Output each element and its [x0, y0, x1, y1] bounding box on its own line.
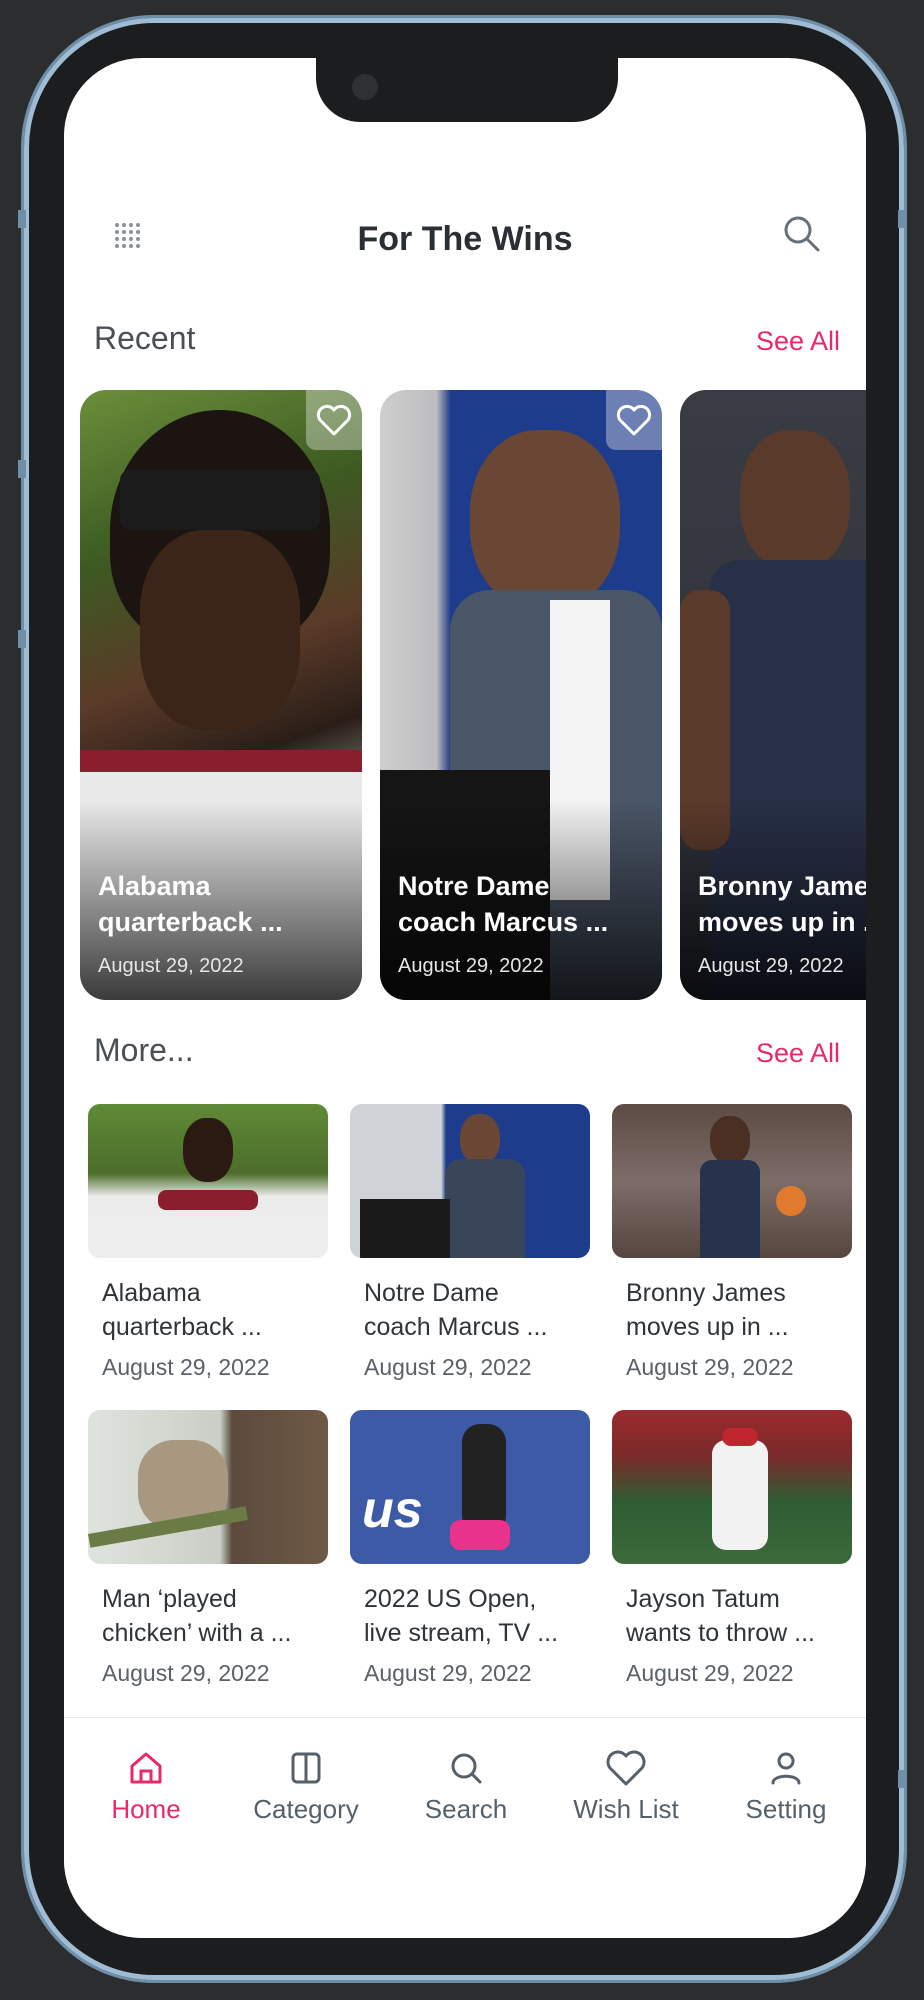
recent-card-date: August 29, 2022 — [98, 955, 244, 977]
recent-card[interactable]: Alabama quarterback ... August 29, 2022 — [80, 390, 362, 1000]
article-title: Alabama quarterback ... — [102, 1279, 262, 1341]
recent-card-title: Alabama quarterback ... — [98, 871, 283, 937]
recent-card-title: Notre Dame coach Marcus ... — [398, 871, 609, 937]
basketball-icon — [776, 1186, 806, 1216]
thumb-player — [712, 1440, 768, 1550]
top-bar: For The Wins — [64, 208, 866, 278]
thumb-jersey — [700, 1160, 760, 1258]
recent-card[interactable]: Notre Dame coach Marcus ... August 29, 2… — [380, 390, 662, 1000]
article-date: August 29, 2022 — [364, 1660, 532, 1686]
recent-card-date: August 29, 2022 — [698, 955, 844, 977]
article-card[interactable]: Alabama quarterback ... August 29, 2022 — [88, 1104, 328, 1381]
thumb-podium — [360, 1199, 450, 1258]
article-thumbnail: us — [350, 1410, 590, 1564]
search-icon — [451, 1753, 482, 1784]
article-date: August 29, 2022 — [364, 1354, 532, 1380]
article-thumbnail — [350, 1104, 590, 1258]
article-title: Bronny James moves up in ... — [626, 1279, 789, 1341]
nav-item-category[interactable]: Category — [236, 1748, 376, 1825]
article-card[interactable]: us 2022 US Open, live stream, TV ... Aug… — [350, 1410, 590, 1687]
article-date: August 29, 2022 — [102, 1660, 270, 1686]
camera-icon — [352, 74, 378, 100]
article-date: August 29, 2022 — [626, 1660, 794, 1686]
thumb-suit — [445, 1159, 525, 1258]
article-title: Notre Dame coach Marcus ... — [364, 1279, 548, 1341]
nav-label-category: Category — [253, 1794, 359, 1824]
article-thumbnail — [88, 1104, 328, 1258]
thumb-collar — [158, 1190, 258, 1210]
article-card[interactable]: Bronny James moves up in ... August 29, … — [612, 1104, 852, 1381]
article-title: 2022 US Open, live stream, TV ... — [364, 1585, 559, 1647]
phone-side-button-left-1 — [18, 210, 26, 228]
more-heading: More... — [94, 1032, 194, 1068]
recent-card-date: August 29, 2022 — [398, 955, 544, 977]
nav-item-home[interactable]: Home — [76, 1748, 216, 1825]
heart-icon — [606, 1750, 646, 1786]
heart-icon[interactable] — [306, 390, 362, 450]
article-card[interactable]: Notre Dame coach Marcus ... August 29, 2… — [350, 1104, 590, 1381]
article-thumbnail — [88, 1410, 328, 1564]
article-thumbnail — [612, 1104, 852, 1258]
phone-side-button-left-3 — [18, 630, 26, 648]
article-date: August 29, 2022 — [102, 1354, 270, 1380]
nav-label-setting: Setting — [745, 1794, 827, 1824]
nav-item-wish-list[interactable]: Wish List — [556, 1748, 696, 1825]
thumb-usopen-logo: us — [362, 1481, 423, 1539]
nav-item-setting[interactable]: Setting — [716, 1748, 856, 1825]
phone-screen: For The Wins Recent See All Alabama quar… — [64, 58, 866, 1938]
columns-icon — [291, 1752, 321, 1784]
bottom-navigation: Home Category Search Wish List Setting — [64, 1717, 866, 1938]
search-icon[interactable] — [780, 212, 824, 256]
nav-label-search: Search — [424, 1794, 508, 1824]
notch — [316, 58, 618, 122]
phone-side-button-right-2 — [898, 1770, 906, 1788]
recent-see-all-link[interactable]: See All — [756, 326, 840, 357]
recent-heading: Recent — [94, 320, 196, 356]
nav-label-wish-list: Wish List — [573, 1794, 679, 1824]
article-thumbnail — [612, 1410, 852, 1564]
nav-item-search[interactable]: Search — [396, 1748, 536, 1825]
recent-card-title: Bronny James moves up in ... — [698, 871, 866, 937]
article-image-headband — [120, 470, 320, 530]
user-icon — [771, 1752, 801, 1785]
thumb-head — [183, 1118, 233, 1182]
thumb-player — [710, 1116, 750, 1164]
article-card[interactable]: Man ‘played chicken’ with a ... August 2… — [88, 1410, 328, 1687]
article-title: Man ‘played chicken’ with a ... — [102, 1585, 292, 1647]
thumb-cap — [722, 1428, 758, 1446]
article-date: August 29, 2022 — [626, 1354, 794, 1380]
recent-card[interactable]: Bronny James moves up in ... August 29, … — [680, 390, 866, 1000]
article-card[interactable]: Jayson Tatum wants to throw ... August 2… — [612, 1410, 852, 1687]
phone-side-button-right-1 — [898, 210, 906, 228]
app-title: For The Wins — [357, 220, 573, 258]
article-image-head — [740, 430, 850, 570]
thumb-person — [460, 1114, 500, 1164]
article-image-person — [470, 430, 620, 610]
article-image-face — [140, 530, 300, 730]
home-icon — [130, 1752, 162, 1784]
more-see-all-link[interactable]: See All — [756, 1038, 840, 1069]
thumb-player — [462, 1424, 506, 1534]
article-title: Jayson Tatum wants to throw ... — [626, 1585, 815, 1647]
recent-carousel[interactable]: Alabama quarterback ... August 29, 2022 … — [80, 390, 866, 1002]
nav-label-home: Home — [111, 1794, 181, 1824]
thumb-skirt — [450, 1520, 510, 1550]
heart-icon[interactable] — [606, 390, 662, 450]
phone-side-button-left-2 — [18, 460, 26, 478]
